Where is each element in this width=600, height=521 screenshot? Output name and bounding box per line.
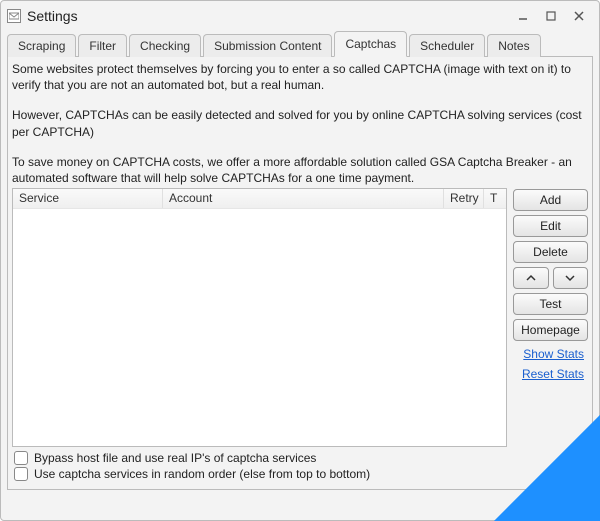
side-buttons: Add Edit Delete Test Homepage Show Stats… [513,188,588,447]
tab-notes[interactable]: Notes [487,34,540,57]
test-button[interactable]: Test [513,293,588,315]
tab-captchas[interactable]: Captchas [334,31,407,57]
tab-scheduler[interactable]: Scheduler [409,34,485,57]
bypass-checkbox[interactable] [14,451,28,465]
window-controls [509,5,593,27]
show-stats-link[interactable]: Show Stats [513,347,588,361]
chevron-up-icon [526,274,536,282]
homepage-button[interactable]: Homepage [513,319,588,341]
move-up-button[interactable] [513,267,549,289]
tab-scraping[interactable]: Scraping [7,34,76,57]
add-button[interactable]: Add [513,189,588,211]
tab-filter[interactable]: Filter [78,34,127,57]
random-order-checkbox[interactable] [14,467,28,481]
edit-button[interactable]: Edit [513,215,588,237]
column-retry[interactable]: Retry [444,189,484,208]
tabstrip: Scraping Filter Checking Submission Cont… [1,31,599,56]
bottom-options: Bypass host file and use real IP's of ca… [8,447,592,489]
random-order-label: Use captcha services in random order (el… [34,467,370,481]
column-service[interactable]: Service [13,189,163,208]
move-down-button[interactable] [553,267,589,289]
app-icon [7,9,21,23]
list-header: Service Account Retry T [13,189,506,209]
column-t[interactable]: T [484,189,506,208]
maximize-button[interactable] [537,5,565,27]
reset-stats-link[interactable]: Reset Stats [513,367,588,381]
minimize-button[interactable] [509,5,537,27]
titlebar: Settings [1,1,599,31]
bypass-label: Bypass host file and use real IP's of ca… [34,451,316,465]
services-list[interactable]: Service Account Retry T [12,188,507,447]
close-button[interactable] [565,5,593,27]
list-body[interactable] [13,209,506,446]
info-paragraph-2: However, CAPTCHAs can be easily detected… [8,103,592,139]
tab-checking[interactable]: Checking [129,34,201,57]
settings-window: Settings Scraping Filter Checking Submis… [0,0,600,521]
info-paragraph-1: Some websites protect themselves by forc… [8,57,592,93]
captchas-panel: Some websites protect themselves by forc… [7,56,593,490]
column-account[interactable]: Account [163,189,444,208]
info-paragraph-3: To save money on CAPTCHA costs, we offer… [8,150,592,186]
chevron-down-icon [565,274,575,282]
delete-button[interactable]: Delete [513,241,588,263]
window-title: Settings [27,8,78,24]
tab-submission-content[interactable]: Submission Content [203,34,332,57]
